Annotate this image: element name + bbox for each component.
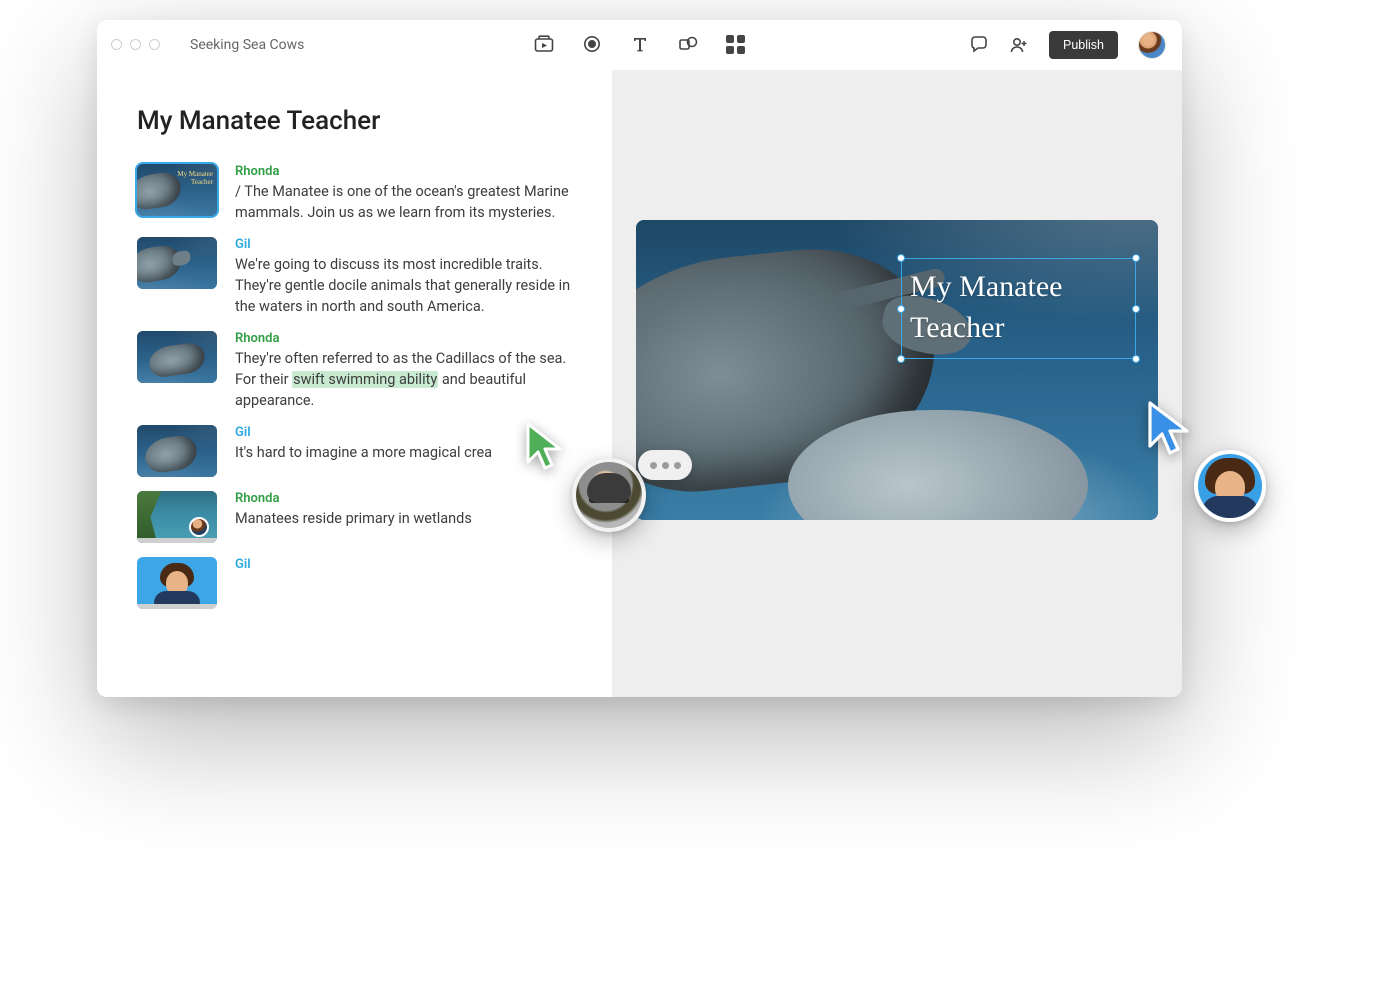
script-panel: My Manatee Teacher My ManateeTeacher Rho… xyxy=(97,70,612,697)
scene-thumbnail[interactable]: My ManateeTeacher xyxy=(137,164,217,216)
editor-toolbar xyxy=(534,34,746,54)
script-line[interactable]: They're often referred to as the Cadilla… xyxy=(235,348,584,411)
close-window-icon[interactable] xyxy=(111,39,122,50)
preview-panel: My ManateeTeacher xyxy=(612,70,1182,697)
script-line[interactable]: / The Manatee is one of the ocean's grea… xyxy=(235,181,584,223)
scene-thumbnail[interactable] xyxy=(137,237,217,289)
zoom-window-icon[interactable] xyxy=(149,39,160,50)
speaker-label: Rhonda xyxy=(235,491,584,506)
script-row[interactable]: Rhonda They're often referred to as the … xyxy=(137,331,584,411)
minimize-window-icon[interactable] xyxy=(130,39,141,50)
thumb-overlay-title: My ManateeTeacher xyxy=(177,171,213,186)
user-avatar[interactable] xyxy=(1138,31,1166,59)
resize-handle-icon[interactable] xyxy=(897,305,905,313)
speaker-label: Rhonda xyxy=(235,331,584,346)
shapes-tool-icon[interactable] xyxy=(678,34,698,54)
resize-handle-icon[interactable] xyxy=(897,254,905,262)
app-window: Seeking Sea Cows xyxy=(97,20,1182,697)
canvas-title-text[interactable]: My ManateeTeacher xyxy=(910,267,1127,348)
collaborator-avatar-blue xyxy=(1194,450,1266,522)
speaker-label: Rhonda xyxy=(235,164,584,179)
scene-thumbnail[interactable] xyxy=(137,491,217,543)
script-line[interactable]: We're going to discuss its most incredib… xyxy=(235,254,584,317)
scene-thumbnail[interactable] xyxy=(137,331,217,383)
resize-handle-icon[interactable] xyxy=(1132,254,1140,262)
script-line[interactable]: It's hard to imagine a more magical crea xyxy=(235,442,584,463)
script-row[interactable]: Gil We're going to discuss its most incr… xyxy=(137,237,584,317)
main-split: My Manatee Teacher My ManateeTeacher Rho… xyxy=(97,70,1182,697)
script-row[interactable]: My ManateeTeacher Rhonda / The Manatee i… xyxy=(137,164,584,223)
scene-thumbnail[interactable] xyxy=(137,425,217,477)
layout-grid-icon[interactable] xyxy=(726,34,746,54)
script-row[interactable]: Gil xyxy=(137,557,584,609)
resize-handle-icon[interactable] xyxy=(897,355,905,363)
collaborator-avatar-green xyxy=(572,458,646,532)
add-person-icon[interactable] xyxy=(1009,35,1029,55)
typing-indicator xyxy=(638,450,692,480)
script-row[interactable]: Rhonda Manatees reside primary in wetlan… xyxy=(137,491,584,543)
selected-text-box[interactable]: My ManateeTeacher xyxy=(901,258,1136,359)
media-library-icon[interactable] xyxy=(534,34,554,54)
script-row[interactable]: Gil It's hard to imagine a more magical … xyxy=(137,425,584,477)
window-title: Seeking Sea Cows xyxy=(190,37,304,53)
scene-thumbnail[interactable] xyxy=(137,557,217,609)
window-controls[interactable] xyxy=(111,39,160,50)
preview-canvas[interactable]: My ManateeTeacher xyxy=(636,220,1158,520)
highlighted-text[interactable]: swift swimming ability xyxy=(292,371,438,388)
speaker-label: Gil xyxy=(235,557,584,572)
record-icon[interactable] xyxy=(582,34,602,54)
speaker-label: Gil xyxy=(235,425,584,440)
comment-icon[interactable] xyxy=(969,35,989,55)
titlebar: Seeking Sea Cows xyxy=(97,20,1182,70)
text-tool-icon[interactable] xyxy=(630,34,650,54)
publish-button[interactable]: Publish xyxy=(1049,31,1118,59)
script-line[interactable]: Manatees reside primary in wetlands xyxy=(235,508,584,529)
resize-handle-icon[interactable] xyxy=(1132,355,1140,363)
resize-handle-icon[interactable] xyxy=(1132,305,1140,313)
right-toolbar: Publish xyxy=(969,31,1166,59)
page-title: My Manatee Teacher xyxy=(137,106,584,136)
speaker-label: Gil xyxy=(235,237,584,252)
